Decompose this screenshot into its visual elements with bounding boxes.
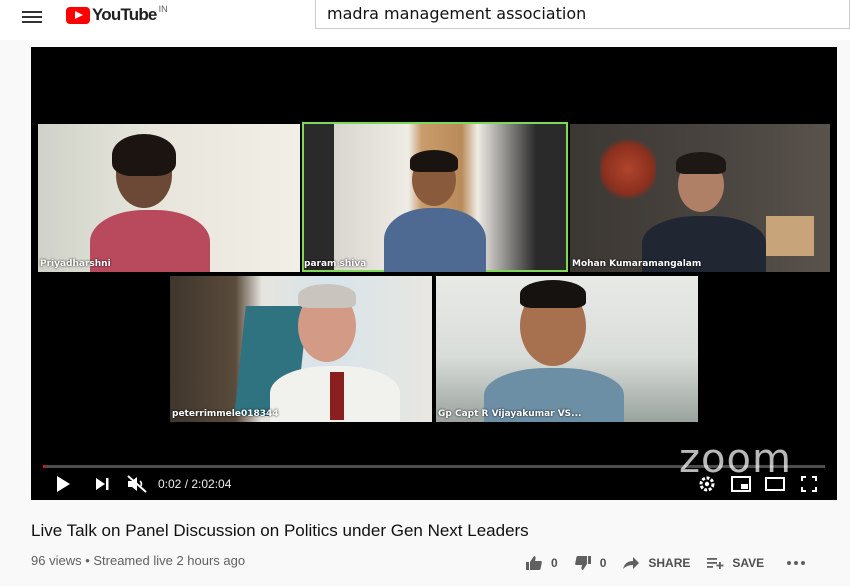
thumbs-down-icon	[574, 556, 591, 570]
settings-gear-icon[interactable]	[698, 475, 716, 493]
youtube-logo[interactable]: YouTube IN	[66, 4, 168, 26]
share-label: SHARE	[648, 556, 691, 570]
search-input[interactable]: madra management association	[315, 0, 850, 29]
time-display: 0:02 / 2:02:04	[158, 477, 232, 491]
video-title: Live Talk on Panel Discussion on Politic…	[31, 521, 529, 540]
save-button[interactable]: SAVE	[706, 556, 764, 570]
more-horizontal-icon	[787, 561, 806, 565]
video-meta: 96 views • Streamed live 2 hours ago	[31, 553, 246, 568]
logo-country-code: IN	[158, 4, 168, 14]
fullscreen-icon[interactable]	[801, 476, 817, 492]
youtube-play-icon	[66, 6, 90, 24]
like-button[interactable]: 0	[525, 555, 558, 571]
participant-tile-1: Priyadharshni	[38, 124, 300, 272]
share-arrow-icon	[623, 557, 640, 569]
progress-fill	[43, 465, 45, 468]
next-icon[interactable]	[94, 476, 110, 492]
hamburger-menu-icon[interactable]	[22, 8, 42, 24]
player-controls: 0:02 / 2:02:04	[31, 471, 837, 497]
dislike-button[interactable]: 0	[574, 555, 607, 571]
participant-tile-5: Gp Capt R Vijayakumar VS...	[436, 276, 698, 422]
top-bar: YouTube IN madra management association	[0, 0, 850, 40]
thumbs-up-icon	[526, 556, 542, 570]
playlist-add-icon	[707, 558, 724, 569]
video-actions: 0 0 SHARE SAVE	[525, 553, 830, 573]
participant-name: param shiva	[304, 259, 367, 269]
participant-name: Mohan Kumaramangalam	[572, 259, 702, 269]
miniplayer-icon[interactable]	[731, 476, 751, 492]
dislike-count: 0	[599, 556, 607, 570]
participant-tile-4: peterrimmele018344	[170, 276, 432, 422]
participant-name: peterrimmele018344	[172, 409, 279, 419]
participant-tile-3: Mohan Kumaramangalam	[570, 124, 830, 272]
video-player[interactable]: Priyadharshni param shiva Mohan Kumarama…	[31, 47, 837, 500]
muted-volume-icon[interactable]	[126, 474, 148, 494]
like-count: 0	[551, 556, 558, 570]
participant-name: Gp Capt R Vijayakumar VS...	[438, 409, 582, 419]
progress-bar[interactable]	[43, 465, 825, 468]
save-label: SAVE	[732, 556, 765, 570]
participant-name: Priyadharshni	[40, 259, 111, 269]
logo-text: YouTube	[92, 5, 157, 24]
more-actions-button[interactable]	[786, 560, 814, 566]
theater-mode-icon[interactable]	[765, 477, 785, 491]
play-icon[interactable]	[55, 475, 71, 493]
share-button[interactable]: SHARE	[622, 556, 690, 570]
participant-tile-2: param shiva	[302, 122, 568, 272]
